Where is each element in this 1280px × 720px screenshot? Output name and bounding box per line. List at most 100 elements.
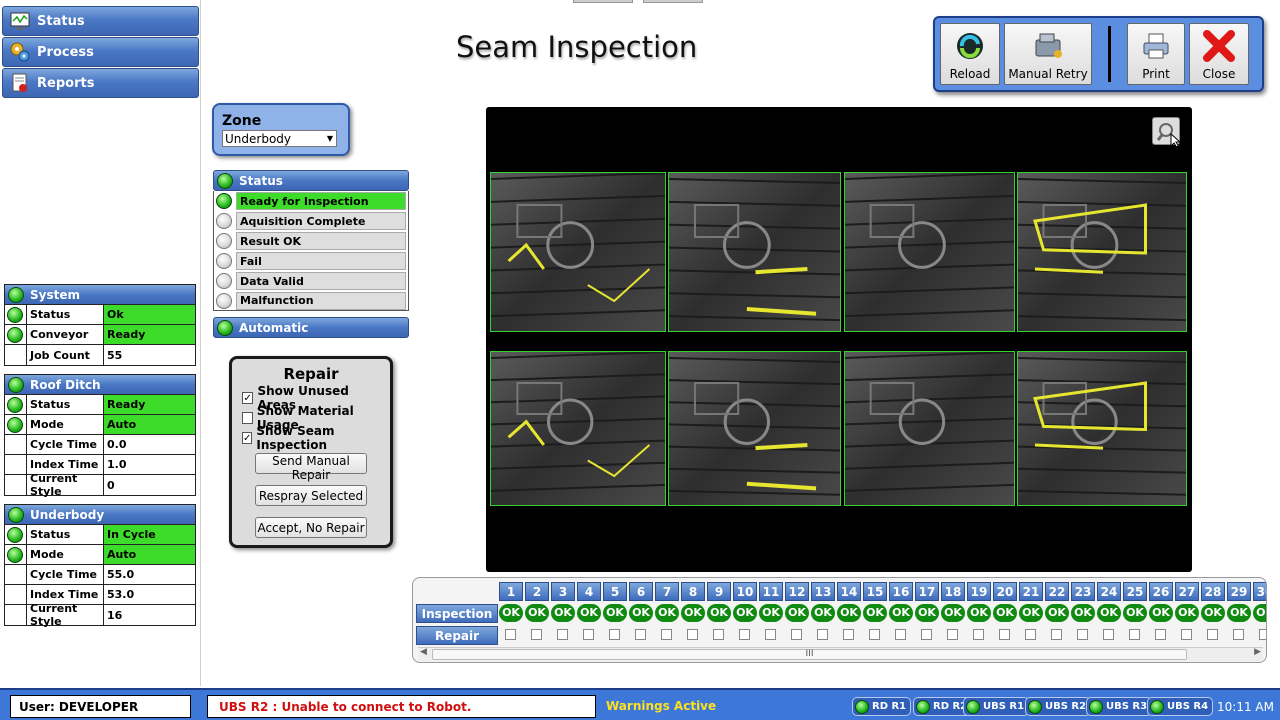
status-list-header[interactable]: Status [213, 170, 409, 191]
accept-no-repair-button[interactable]: Accept, No Repair [255, 517, 367, 538]
repair-checkbox[interactable] [1051, 629, 1062, 640]
grid-column-header: 27 [1175, 582, 1199, 601]
warnings-indicator[interactable]: Warnings Active [606, 699, 716, 713]
repair-checkbox[interactable] [635, 629, 646, 640]
row-label: Status [27, 395, 104, 414]
inspection-ok-cell: OK [707, 604, 731, 622]
monitor-icon [9, 10, 31, 32]
automatic-mode-bar[interactable]: Automatic [213, 317, 409, 338]
robot-status-rd-r1[interactable]: RD R1 [852, 697, 912, 716]
camera-image[interactable] [668, 351, 841, 506]
row-value: Auto [104, 545, 195, 564]
nav-process-button[interactable]: Process [2, 37, 199, 67]
zone-select[interactable]: Underbody ▼ [222, 130, 337, 147]
row-label: Cycle Time [27, 565, 104, 584]
user-box: User: DEVELOPER [10, 695, 191, 718]
repair-checkbox[interactable] [765, 629, 776, 640]
robot-label: UBS R3 [1106, 701, 1148, 712]
camera-image[interactable] [844, 351, 1015, 506]
row-label: Cycle Time [27, 435, 104, 454]
nav-reports-label: Reports [37, 75, 95, 91]
system-title: System [30, 287, 80, 302]
scroll-left-icon[interactable]: ◀ [420, 647, 427, 657]
repair-checkbox[interactable] [973, 629, 984, 640]
camera-image[interactable] [1017, 351, 1187, 506]
grid-column-header: 10 [733, 582, 757, 601]
repair-checkbox[interactable] [947, 629, 958, 640]
status-item-label: Result OK [236, 232, 406, 250]
horizontal-scrollbar[interactable]: ◀ III ▶ [418, 647, 1263, 661]
inspection-ok-cell: OK [525, 604, 549, 622]
status-led-icon [855, 699, 869, 714]
print-button[interactable]: Print [1127, 23, 1185, 85]
repair-checkbox[interactable] [713, 629, 724, 640]
camera-image[interactable] [490, 351, 666, 506]
nav-status-button[interactable]: Status [2, 6, 199, 36]
magnifier-icon[interactable] [1152, 117, 1182, 149]
top-tab-1[interactable] [573, 0, 633, 3]
robot-status-ubs-r3[interactable]: UBS R3 [1086, 697, 1153, 716]
repair-checkbox[interactable] [1077, 629, 1088, 640]
repair-checkbox[interactable] [817, 629, 828, 640]
status-led-icon [8, 506, 24, 523]
repair-checkbox[interactable] [1025, 629, 1036, 640]
close-button[interactable]: Close [1189, 23, 1249, 85]
repair-checkbox[interactable] [1207, 629, 1218, 640]
repair-checkbox[interactable] [1155, 629, 1166, 640]
repair-checkbox[interactable] [583, 629, 594, 640]
respray-selected-button[interactable]: Respray Selected [255, 485, 367, 506]
reload-button[interactable]: Reload [940, 23, 1000, 85]
inspection-ok-cell: OK [1175, 604, 1199, 622]
row-label: Mode [27, 415, 104, 434]
print-label: Print [1142, 67, 1170, 81]
camera-image[interactable] [668, 172, 841, 332]
repair-checkbox[interactable] [1181, 629, 1192, 640]
repair-checkbox[interactable] [921, 629, 932, 640]
send-manual-repair-button[interactable]: Send Manual Repair [255, 453, 367, 482]
scroll-right-icon[interactable]: ▶ [1254, 647, 1261, 657]
repair-checkbox[interactable] [739, 629, 750, 640]
grid-column-header: 26 [1149, 582, 1173, 601]
repair-checkbox[interactable] [895, 629, 906, 640]
repair-checkbox[interactable] [869, 629, 880, 640]
repair-checkbox[interactable] [609, 629, 620, 640]
roof-ditch-header[interactable]: Roof Ditch [5, 375, 195, 395]
repair-checkbox[interactable] [661, 629, 672, 640]
robot-status-ubs-r4[interactable]: UBS R4 [1147, 697, 1214, 716]
nav-reports-button[interactable]: Reports [2, 68, 199, 98]
robot-status-ubs-r2[interactable]: UBS R2 [1025, 697, 1092, 716]
inspection-ok-cell: OK [941, 604, 965, 622]
system-header[interactable]: System [5, 285, 195, 305]
scroll-thumb[interactable]: III [432, 649, 1187, 660]
status-item: Aquisition Complete [213, 211, 409, 231]
camera-viewer[interactable] [486, 107, 1192, 572]
camera-image[interactable] [1017, 172, 1187, 332]
row-value: 1.0 [107, 458, 127, 471]
repair-checkbox[interactable] [557, 629, 568, 640]
repair-checkbox[interactable] [687, 629, 698, 640]
underbody-header[interactable]: Underbody [5, 505, 195, 525]
repair-checkbox[interactable] [531, 629, 542, 640]
repair-checkbox[interactable] [791, 629, 802, 640]
camera-image[interactable] [490, 172, 666, 332]
repair-checkbox[interactable] [1129, 629, 1140, 640]
system-panel: System Status Ok Conveyor Ready Job Count 5… [4, 284, 196, 366]
repair-checkbox[interactable] [1103, 629, 1114, 640]
reload-icon [954, 24, 986, 67]
manual-retry-button[interactable]: Manual Retry [1004, 23, 1092, 85]
camera-image[interactable] [844, 172, 1015, 332]
status-item: Result OK [213, 231, 409, 251]
repair-checkbox[interactable] [843, 629, 854, 640]
repair-checkbox[interactable] [505, 629, 516, 640]
row-value: Ready [104, 395, 195, 414]
repair-checkbox[interactable] [1259, 629, 1266, 640]
top-tab-2[interactable] [643, 0, 703, 3]
inspection-ok-cell: OK [551, 604, 575, 622]
show-seam-checkbox[interactable]: ✓ Show Seam Inspection [242, 424, 384, 452]
repair-checkbox[interactable] [999, 629, 1010, 640]
robot-status-ubs-r1[interactable]: UBS R1 [963, 697, 1030, 716]
row-value: Ok [104, 305, 195, 324]
status-led-icon [217, 319, 233, 336]
chevron-down-icon: ▼ [326, 134, 333, 143]
repair-checkbox[interactable] [1233, 629, 1244, 640]
